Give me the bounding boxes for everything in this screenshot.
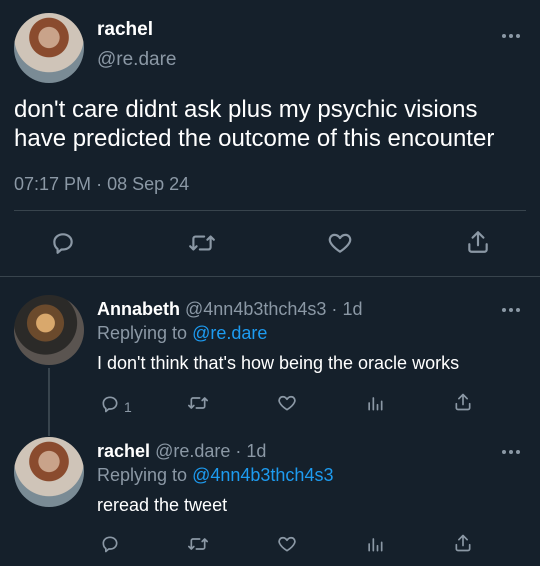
avatar-annabeth[interactable] <box>14 295 84 365</box>
thread-line <box>48 368 50 436</box>
header-separator: · <box>235 441 242 461</box>
author-handle[interactable]: @re.dare <box>97 49 177 71</box>
header-separator: · <box>331 299 338 319</box>
author-name[interactable]: rachel <box>97 441 150 461</box>
like-icon <box>328 233 352 253</box>
analytics-icon <box>368 538 383 552</box>
reply-icon <box>102 536 118 553</box>
author-name[interactable]: rachel <box>97 19 153 41</box>
replying-to-handle[interactable]: @4nn4b3thch4s3 <box>192 465 333 485</box>
analytics-button[interactable] <box>365 393 385 413</box>
reply-text: I don't think that's how being the oracl… <box>97 353 460 373</box>
tweet-time: 07:17 PM <box>14 174 92 194</box>
reply-header: rachel @re.dare · 1d <box>97 441 266 462</box>
reply-count: 1 <box>124 399 132 415</box>
reply-age[interactable]: 1d <box>246 441 266 461</box>
share-icon <box>455 393 471 411</box>
reply-button[interactable] <box>50 230 76 256</box>
retweet-button[interactable] <box>187 534 209 554</box>
retweet-icon <box>189 235 215 251</box>
like-button[interactable] <box>276 534 298 554</box>
replying-to-handle[interactable]: @re.dare <box>192 323 267 343</box>
avatar-rachel[interactable] <box>14 13 84 83</box>
reply-button[interactable] <box>100 534 120 554</box>
retweet-icon <box>187 538 208 550</box>
share-icon <box>468 231 488 253</box>
share-icon <box>455 534 471 552</box>
tweet-text-line2: have predicted the outcome of this encou… <box>14 125 495 152</box>
more-icon[interactable] <box>502 308 520 312</box>
replying-to: Replying to @4nn4b3thch4s3 <box>97 465 333 486</box>
like-icon <box>278 536 296 552</box>
reply-text: reread the tweet <box>97 495 228 515</box>
analytics-icon <box>368 397 383 411</box>
author-name[interactable]: Annabeth <box>97 299 180 319</box>
replying-to-label: Replying to <box>97 323 188 343</box>
divider <box>14 210 526 211</box>
retweet-button[interactable] <box>188 230 216 256</box>
like-button[interactable] <box>276 393 298 413</box>
retweet-icon <box>187 397 208 409</box>
reply-icon <box>53 233 73 254</box>
replying-to: Replying to @re.dare <box>97 323 267 344</box>
replying-to-label: Replying to <box>97 465 188 485</box>
like-icon <box>278 395 296 411</box>
retweet-button[interactable] <box>187 393 209 413</box>
more-icon[interactable] <box>502 450 520 454</box>
author-handle[interactable]: @4nn4b3thch4s3 <box>185 299 326 319</box>
tweet-timestamp[interactable]: 07:17 PM · 08 Sep 24 <box>14 174 189 195</box>
reply-header: Annabeth @4nn4b3thch4s3 · 1d <box>97 299 362 320</box>
reply-age[interactable]: 1d <box>342 299 362 319</box>
divider <box>0 276 540 277</box>
tweet-date: 08 Sep 24 <box>107 174 190 194</box>
author-handle[interactable]: @re.dare <box>155 441 230 461</box>
analytics-button[interactable] <box>365 534 385 554</box>
more-icon[interactable] <box>502 34 520 38</box>
avatar-rachel[interactable] <box>14 437 84 507</box>
timestamp-separator: · <box>96 174 103 194</box>
like-button[interactable] <box>326 230 354 256</box>
share-button[interactable] <box>465 229 491 255</box>
reply-button[interactable]: 1 <box>100 393 132 415</box>
reply-icon <box>102 396 118 413</box>
share-button[interactable] <box>453 533 473 553</box>
tweet-text-line1: don't care didnt ask plus my psychic vis… <box>14 96 478 123</box>
share-button[interactable] <box>453 392 473 412</box>
